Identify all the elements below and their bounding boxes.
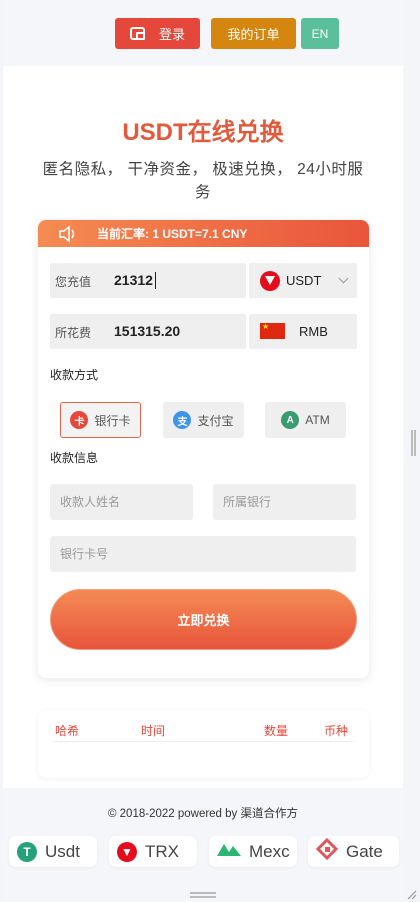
exchange-card: 当前汇率: 1 USDT=7.1 CNY 您充值 21312 USDT 所花费 … xyxy=(38,220,369,678)
payment-atm-label: ATM xyxy=(305,413,330,427)
atm-icon: A xyxy=(281,411,300,429)
receiver-section-label: 收款信息 xyxy=(50,451,99,465)
receiver-bank-input[interactable]: 所属银行 xyxy=(213,484,356,520)
recharge-amount-input[interactable]: 21312 xyxy=(114,272,153,288)
cost-label: 所花费 xyxy=(55,326,92,340)
wallet-icon xyxy=(129,27,145,40)
currency-select[interactable]: USDT xyxy=(249,263,357,298)
china-flag-icon xyxy=(260,322,285,339)
page-subtitle: 匿名隐私， 干净资金， 极速兑换， 24小时服务 xyxy=(42,161,364,201)
rate-bar: 当前汇率: 1 USDT=7.1 CNY xyxy=(38,220,369,247)
rate-text: 当前汇率: 1 USDT=7.1 CNY xyxy=(97,227,248,241)
recharge-label: 您充值 xyxy=(55,275,92,289)
drag-handle[interactable] xyxy=(190,892,216,898)
coin-usdt[interactable]: T Usdt xyxy=(9,836,97,867)
main-content: USDT在线兑换 匿名隐私， 干净资金， 极速兑换， 24小时服务 当前汇率: … xyxy=(3,66,403,788)
receiver-name-input[interactable]: 收款人姓名 xyxy=(50,484,193,520)
gate-icon xyxy=(315,837,339,865)
cost-field: 所花费 151315.20 xyxy=(50,314,246,349)
payment-alipay-label: 支付宝 xyxy=(197,413,234,428)
cost-currency-label: RMB xyxy=(299,324,328,339)
currency-value: USDT xyxy=(286,273,322,288)
bank-card-number-input[interactable]: 银行卡号 xyxy=(50,536,356,572)
tron-icon: ▼ xyxy=(117,841,137,862)
login-label: 登录 xyxy=(158,27,185,42)
cost-row: 所花费 151315.20 RMB xyxy=(50,314,357,349)
orders-table: 哈希 时间 数量 币种 xyxy=(38,710,369,778)
column-amount: 数量 xyxy=(264,724,289,738)
text-cursor xyxy=(155,272,156,289)
scrollbar-grip[interactable] xyxy=(411,430,416,456)
top-bar: 登录 我的订单 EN xyxy=(3,0,403,66)
tron-icon xyxy=(260,271,280,291)
coin-mexc[interactable]: Mexc xyxy=(209,836,297,867)
page-title: USDT在线兑换 xyxy=(122,119,284,146)
alipay-icon: 支 xyxy=(173,411,192,429)
login-button[interactable]: 登录 xyxy=(115,18,200,49)
page-frame: 登录 我的订单 EN USDT在线兑换 匿名隐私， 干净资金， 极速兑换， 24… xyxy=(3,0,403,902)
bank-card-icon: 卡 xyxy=(70,411,89,429)
payment-section-label: 收款方式 xyxy=(50,368,99,382)
coin-mexc-label: Mexc xyxy=(249,841,290,861)
payment-bank-card[interactable]: 卡 银行卡 xyxy=(60,402,141,438)
coin-trx[interactable]: ▼ TRX xyxy=(109,836,197,867)
mexc-icon xyxy=(217,841,241,862)
recharge-row: 您充值 21312 USDT xyxy=(50,263,357,298)
cost-amount: 151315.20 xyxy=(114,323,181,339)
language-button[interactable]: EN xyxy=(301,18,339,49)
coin-gate-label: Gate xyxy=(346,841,383,861)
payment-alipay[interactable]: 支 支付宝 xyxy=(163,402,244,438)
resize-handle-icon[interactable] xyxy=(405,887,417,900)
column-currency: 币种 xyxy=(324,724,349,738)
payment-atm[interactable]: A ATM xyxy=(265,402,346,438)
table-divider xyxy=(53,741,353,742)
coin-gate[interactable]: Gate xyxy=(308,836,399,867)
speaker-icon xyxy=(58,224,82,243)
payment-bank-card-label: 银行卡 xyxy=(94,413,131,428)
footer-copyright: © 2018-2022 powered by 渠道合作方 xyxy=(107,808,298,820)
tether-icon: T xyxy=(17,841,37,862)
recharge-field[interactable]: 您充值 21312 xyxy=(50,263,246,298)
column-time: 时间 xyxy=(141,724,166,738)
column-hash: 哈希 xyxy=(55,724,80,738)
coin-usdt-label: Usdt xyxy=(45,841,80,861)
my-orders-button[interactable]: 我的订单 xyxy=(211,18,296,49)
exchange-now-button[interactable]: 立即兑换 xyxy=(50,589,357,650)
chevron-down-icon xyxy=(338,273,349,284)
cost-currency: RMB xyxy=(249,314,357,349)
coin-trx-label: TRX xyxy=(145,841,179,861)
